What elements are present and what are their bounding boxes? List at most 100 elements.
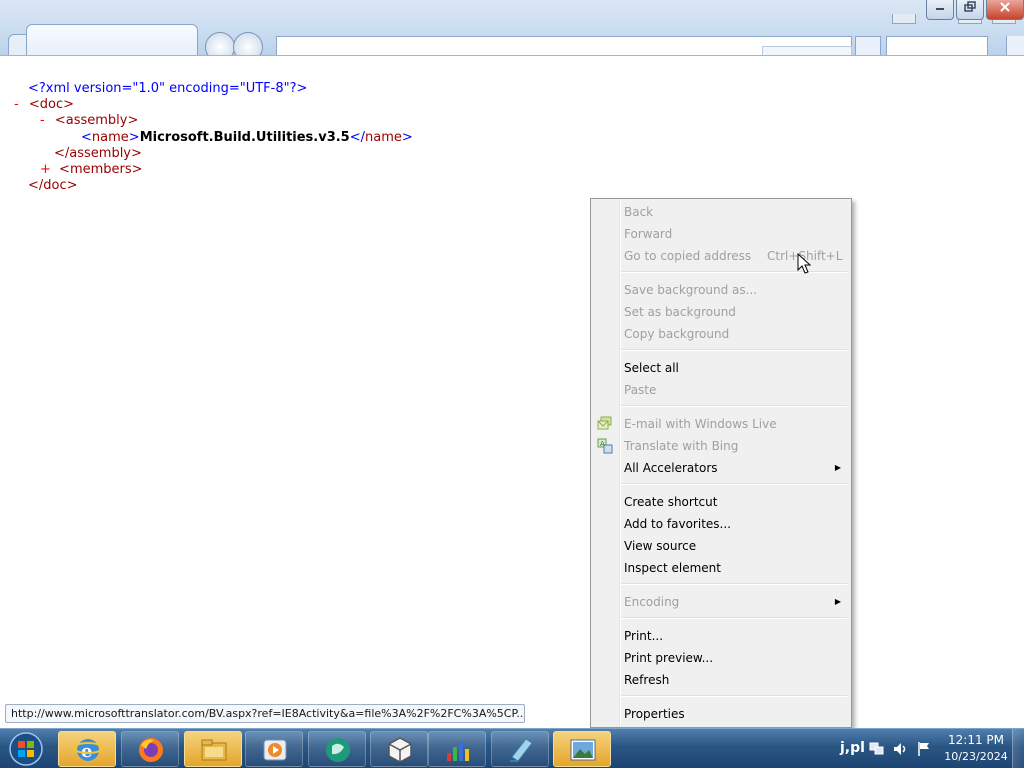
taskbar-package-app[interactable] — [370, 731, 428, 767]
scrollbar-top[interactable] — [1006, 36, 1024, 55]
xml-doc-close-line: </doc> — [28, 178, 78, 194]
browser-tab[interactable] — [26, 24, 198, 55]
minimize-inner-control[interactable] — [892, 14, 916, 24]
name-end-close-bracket: > — [401, 130, 413, 145]
name-open-bracket: < — [81, 130, 92, 145]
translate-icon: A — [597, 438, 613, 454]
taskbar-image-viewer[interactable] — [553, 731, 611, 767]
taskbar-app-green[interactable] — [308, 731, 366, 767]
menu-item-paste-label: Paste — [624, 383, 657, 397]
taskbar: e j,pl 12:11 PM 10/23/2024 — [0, 728, 1024, 769]
menu-item-select-all[interactable]: Select all — [593, 357, 849, 379]
doc-close-tag: </doc> — [28, 178, 78, 193]
menu-separator — [621, 583, 847, 585]
menu-item-inspect-element[interactable]: Inspect element — [593, 557, 849, 579]
members-expand-toggle[interactable]: + — [40, 162, 51, 177]
menu-item-email-label: E-mail with Windows Live — [624, 417, 777, 431]
name-end-tag: name — [365, 130, 402, 145]
name-value: Microsoft.Build.Utilities.v3.5 — [139, 130, 350, 145]
restore-icon — [964, 1, 976, 12]
folder-icon — [201, 739, 227, 761]
clock-time[interactable]: 12:11 PM — [942, 733, 1010, 747]
taskbar-firefox[interactable] — [121, 731, 179, 767]
taskbar-chart-app[interactable] — [428, 731, 486, 767]
menu-item-add-to-favorites[interactable]: Add to favorites... — [593, 513, 849, 535]
name-end-bracket: </ — [349, 130, 366, 145]
menu-item-print-preview[interactable]: Print preview... — [593, 647, 849, 669]
xml-doc-open-line: - <doc> — [14, 97, 74, 113]
taskbar-file-explorer[interactable] — [184, 731, 242, 767]
menu-item-print-label: Print... — [624, 629, 664, 643]
menu-item-print-preview-label: Print preview... — [624, 651, 714, 665]
xml-assembly-close-line: </assembly> — [54, 146, 142, 162]
menu-item-email-windows-live[interactable]: E-mail with Windows Live — [593, 413, 849, 435]
app-circle-icon — [326, 738, 350, 762]
window-close-button[interactable] — [986, 0, 1024, 20]
menu-item-copy-background[interactable]: Copy background — [593, 323, 849, 345]
browser-chrome — [0, 0, 1024, 56]
volume-icon[interactable] — [892, 741, 908, 757]
submenu-arrow-icon: ▶ — [834, 463, 841, 472]
menu-item-set-background[interactable]: Set as background — [593, 301, 849, 323]
svg-text:A: A — [600, 440, 605, 448]
menu-item-print[interactable]: Print... — [593, 625, 849, 647]
assembly-collapse-toggle[interactable]: - — [40, 113, 45, 128]
menu-item-back[interactable]: Back — [593, 201, 849, 223]
windows-live-mail-icon — [597, 416, 612, 430]
network-icon[interactable] — [868, 741, 884, 757]
taskbar-media-player[interactable] — [245, 731, 303, 767]
doc-collapse-toggle[interactable]: - — [14, 97, 19, 112]
action-center-flag-icon[interactable] — [916, 741, 932, 757]
xml-name-line: <name>Microsoft.Build.Utilities.v3.5</na… — [81, 130, 413, 146]
taskbar-notepad[interactable] — [491, 731, 549, 767]
submenu-arrow-icon: ▶ — [834, 597, 841, 606]
forward-nav-button[interactable] — [233, 32, 263, 55]
search-input[interactable] — [886, 36, 988, 55]
assembly-open-tag: <assembly> — [54, 113, 139, 128]
menu-item-refresh-label: Refresh — [624, 673, 670, 687]
name-open-tag: name — [91, 130, 129, 145]
language-indicator[interactable]: j,pl — [840, 740, 865, 756]
show-desktop-button[interactable] — [1012, 729, 1024, 769]
clock-date[interactable]: 10/23/2024 — [940, 750, 1012, 763]
window-minimize-button[interactable] — [926, 0, 954, 20]
address-dropdown-area — [762, 46, 852, 55]
media-player-icon — [263, 739, 287, 761]
menu-item-view-source-label: View source — [624, 539, 697, 553]
menu-item-copy-background-label: Copy background — [624, 327, 730, 341]
menu-item-encoding-label: Encoding — [624, 595, 680, 609]
xml-members-line: + <members> — [40, 162, 143, 178]
menu-item-create-shortcut-label: Create shortcut — [624, 495, 718, 509]
name-open-close-bracket: > — [128, 130, 140, 145]
members-open-tag: <members> — [59, 162, 143, 177]
window-restore-button[interactable] — [956, 0, 984, 20]
minimize-icon — [936, 8, 944, 10]
menu-item-view-source[interactable]: View source — [593, 535, 849, 557]
menu-item-encoding[interactable]: Encoding ▶ — [593, 591, 849, 613]
menu-item-set-background-label: Set as background — [624, 305, 736, 319]
menu-item-save-background[interactable]: Save background as... — [593, 279, 849, 301]
refresh-nav-button[interactable] — [855, 36, 881, 55]
menu-separator — [621, 405, 847, 407]
menu-item-properties[interactable]: Properties — [593, 703, 849, 725]
menu-item-refresh[interactable]: Refresh — [593, 669, 849, 691]
menu-separator — [621, 617, 847, 619]
xml-assembly-open-line: - <assembly> — [40, 113, 138, 129]
navigation-buttons — [205, 32, 269, 55]
back-nav-button[interactable] — [205, 32, 235, 55]
menu-item-translate-bing[interactable]: A Translate with Bing — [593, 435, 849, 457]
menu-item-properties-label: Properties — [624, 707, 685, 721]
menu-item-paste[interactable]: Paste — [593, 379, 849, 401]
menu-item-forward[interactable]: Forward — [593, 223, 849, 245]
context-menu: Back Forward Go to copied address Ctrl+S… — [590, 198, 852, 728]
menu-item-create-shortcut[interactable]: Create shortcut — [593, 491, 849, 513]
menu-item-add-to-favorites-label: Add to favorites... — [624, 517, 731, 531]
menu-item-all-accelerators[interactable]: All Accelerators ▶ — [593, 457, 849, 479]
start-button[interactable] — [4, 731, 48, 767]
status-bar-url: http://www.microsofttranslator.com/BV.as… — [5, 704, 525, 723]
menu-separator — [621, 695, 847, 697]
taskbar-internet-explorer[interactable]: e — [58, 731, 116, 767]
xml-document-view[interactable]: <?xml version="1.0" encoding="UTF-8"?> -… — [0, 56, 1024, 700]
doc-open-tag: <doc> — [28, 97, 74, 112]
xml-declaration-text: <?xml version="1.0" encoding="UTF-8"?> — [28, 81, 308, 96]
